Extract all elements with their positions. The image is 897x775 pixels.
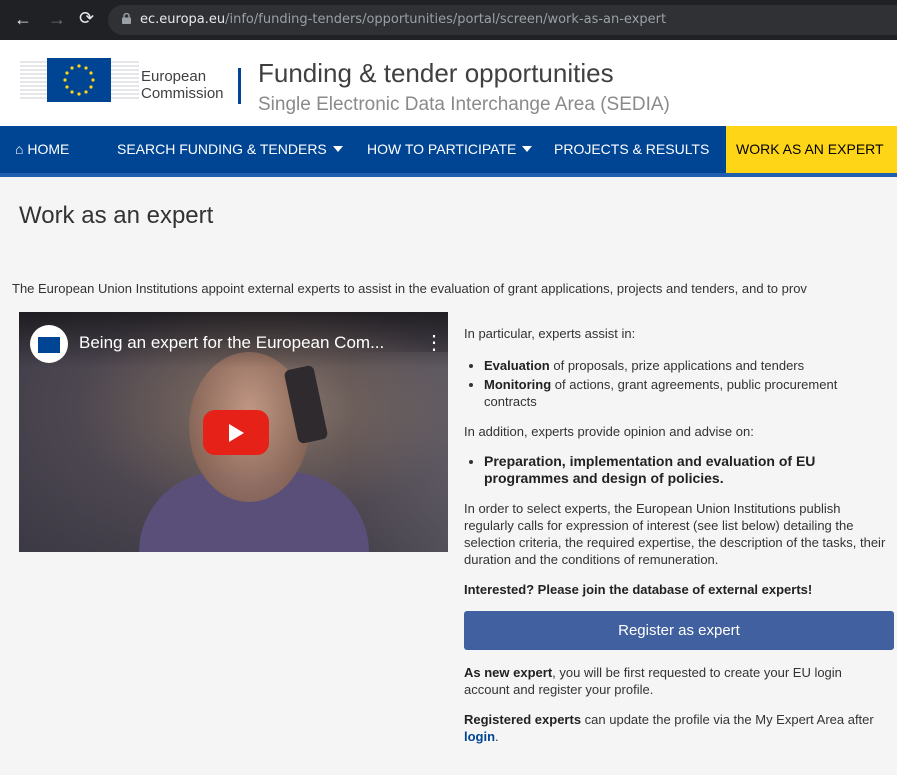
expert-info-column: In particular, experts assist in: Evalua… — [464, 325, 894, 745]
logo-line-1: European — [141, 68, 207, 85]
interested-text: Interested? Please join the database of … — [464, 582, 813, 597]
list-item: Monitoring of actions, grant agreements,… — [484, 376, 888, 410]
eu-flag-icon — [47, 58, 111, 102]
lock-icon — [122, 13, 131, 24]
site-title: Funding & tender opportunities — [258, 58, 614, 88]
menu-item-work-as-expert[interactable]: WORK AS AN EXPERT — [726, 126, 897, 173]
forward-arrow-icon[interactable]: → — [48, 9, 66, 30]
assist-list: Evaluation of proposals, prize applicati… — [464, 357, 888, 410]
menu-item-how-to-participate[interactable]: HOW TO PARTICIPATE — [367, 126, 533, 173]
site-header: European Commission Funding & tender opp… — [0, 40, 897, 126]
login-link[interactable]: login — [464, 729, 495, 744]
menu-item-home[interactable]: ⌂ HOME — [15, 126, 69, 173]
channel-avatar[interactable] — [30, 325, 68, 363]
assist-intro: In particular, experts assist in: — [464, 326, 636, 341]
play-button-icon[interactable] — [203, 410, 269, 455]
advise-list: Preparation, implementation and evaluati… — [464, 453, 888, 487]
logo-stripes — [20, 61, 47, 99]
menu-item-search[interactable]: SEARCH FUNDING & TENDERS — [117, 126, 343, 173]
selection-text: In order to select experts, the European… — [464, 501, 886, 567]
logo-stripes-right — [111, 61, 139, 99]
chevron-down-icon — [332, 146, 343, 152]
site-subtitle: Single Electronic Data Interchange Area … — [258, 94, 670, 115]
logo-text: European Commission — [141, 68, 224, 102]
video-title[interactable]: Being an expert for the European Com... — [79, 333, 384, 353]
address-bar[interactable]: ec.europa.eu/info/funding-tenders/opport… — [108, 5, 897, 35]
reload-icon[interactable]: ⟳ — [79, 8, 94, 29]
menu-expert-label: WORK AS AN EXPERT — [736, 141, 884, 157]
more-options-icon[interactable]: ⋮ — [424, 330, 444, 355]
menu-projects-label: PROJECTS & RESULTS — [554, 141, 710, 157]
menu-how-label: HOW TO PARTICIPATE — [367, 141, 517, 157]
main-menu: ⌂ HOME SEARCH FUNDING & TENDERS HOW TO P… — [0, 126, 897, 177]
url-text: ec.europa.eu/info/funding-tenders/opport… — [140, 12, 667, 27]
chevron-down-icon — [522, 146, 533, 152]
european-commission-logo[interactable]: European Commission — [20, 54, 255, 112]
home-icon: ⌂ — [15, 141, 24, 157]
list-item: Evaluation of proposals, prize applicati… — [484, 357, 888, 374]
page-title: Work as an expert — [19, 202, 214, 229]
back-arrow-icon[interactable]: ← — [14, 9, 32, 30]
menu-item-projects[interactable]: PROJECTS & RESULTS — [554, 126, 709, 173]
intro-text: The European Union Institutions appoint … — [12, 281, 807, 296]
logo-line-2: Commission — [141, 85, 224, 102]
video-player[interactable]: Being an expert for the European Com... … — [19, 312, 448, 552]
menu-home-label: HOME — [27, 141, 70, 157]
browser-toolbar: ← → ⟳ ec.europa.eu/info/funding-tenders/… — [0, 0, 897, 40]
menu-search-label: SEARCH FUNDING & TENDERS — [117, 141, 327, 157]
list-item: Preparation, implementation and evaluati… — [484, 453, 888, 487]
video-background — [349, 352, 448, 552]
logo-divider — [238, 68, 241, 104]
new-expert-text: As new expert, you will be first request… — [464, 665, 842, 697]
register-as-expert-button[interactable]: Register as expert — [464, 611, 894, 650]
advise-intro: In addition, experts provide opinion and… — [464, 424, 754, 439]
registered-expert-text: Registered experts can update the profil… — [464, 712, 874, 744]
